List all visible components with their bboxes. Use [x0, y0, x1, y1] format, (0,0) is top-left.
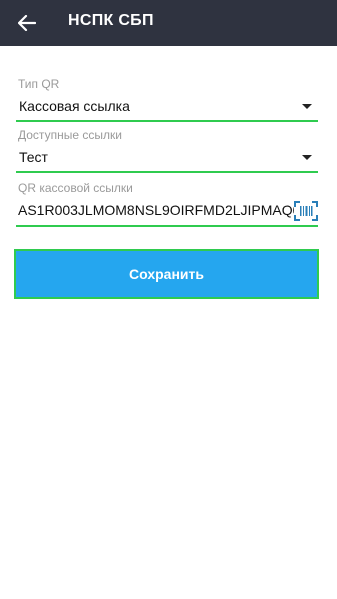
- chevron-down-icon: [302, 104, 312, 109]
- available-links-label: Доступные ссылки: [18, 128, 122, 142]
- page-title: НСПК СБП: [68, 12, 154, 29]
- app-bar: НСПК СБП: [0, 0, 337, 46]
- qr-link-input[interactable]: [18, 202, 294, 218]
- available-links-select[interactable]: Тест: [16, 147, 318, 173]
- qr-type-select[interactable]: Кассовая ссылка: [16, 96, 318, 122]
- arrow-left-icon: [18, 15, 36, 31]
- scan-button[interactable]: [294, 201, 318, 221]
- available-links-value: Тест: [19, 149, 48, 165]
- qr-link-field: [16, 199, 318, 227]
- back-button[interactable]: [12, 8, 42, 38]
- save-button[interactable]: Сохранить: [14, 249, 319, 299]
- chevron-down-icon: [302, 155, 312, 160]
- qr-type-value: Кассовая ссылка: [19, 98, 130, 114]
- qr-type-label: Тип QR: [18, 77, 60, 91]
- barcode-scan-icon: [294, 201, 318, 221]
- qr-link-label: QR кассовой ссылки: [18, 181, 133, 195]
